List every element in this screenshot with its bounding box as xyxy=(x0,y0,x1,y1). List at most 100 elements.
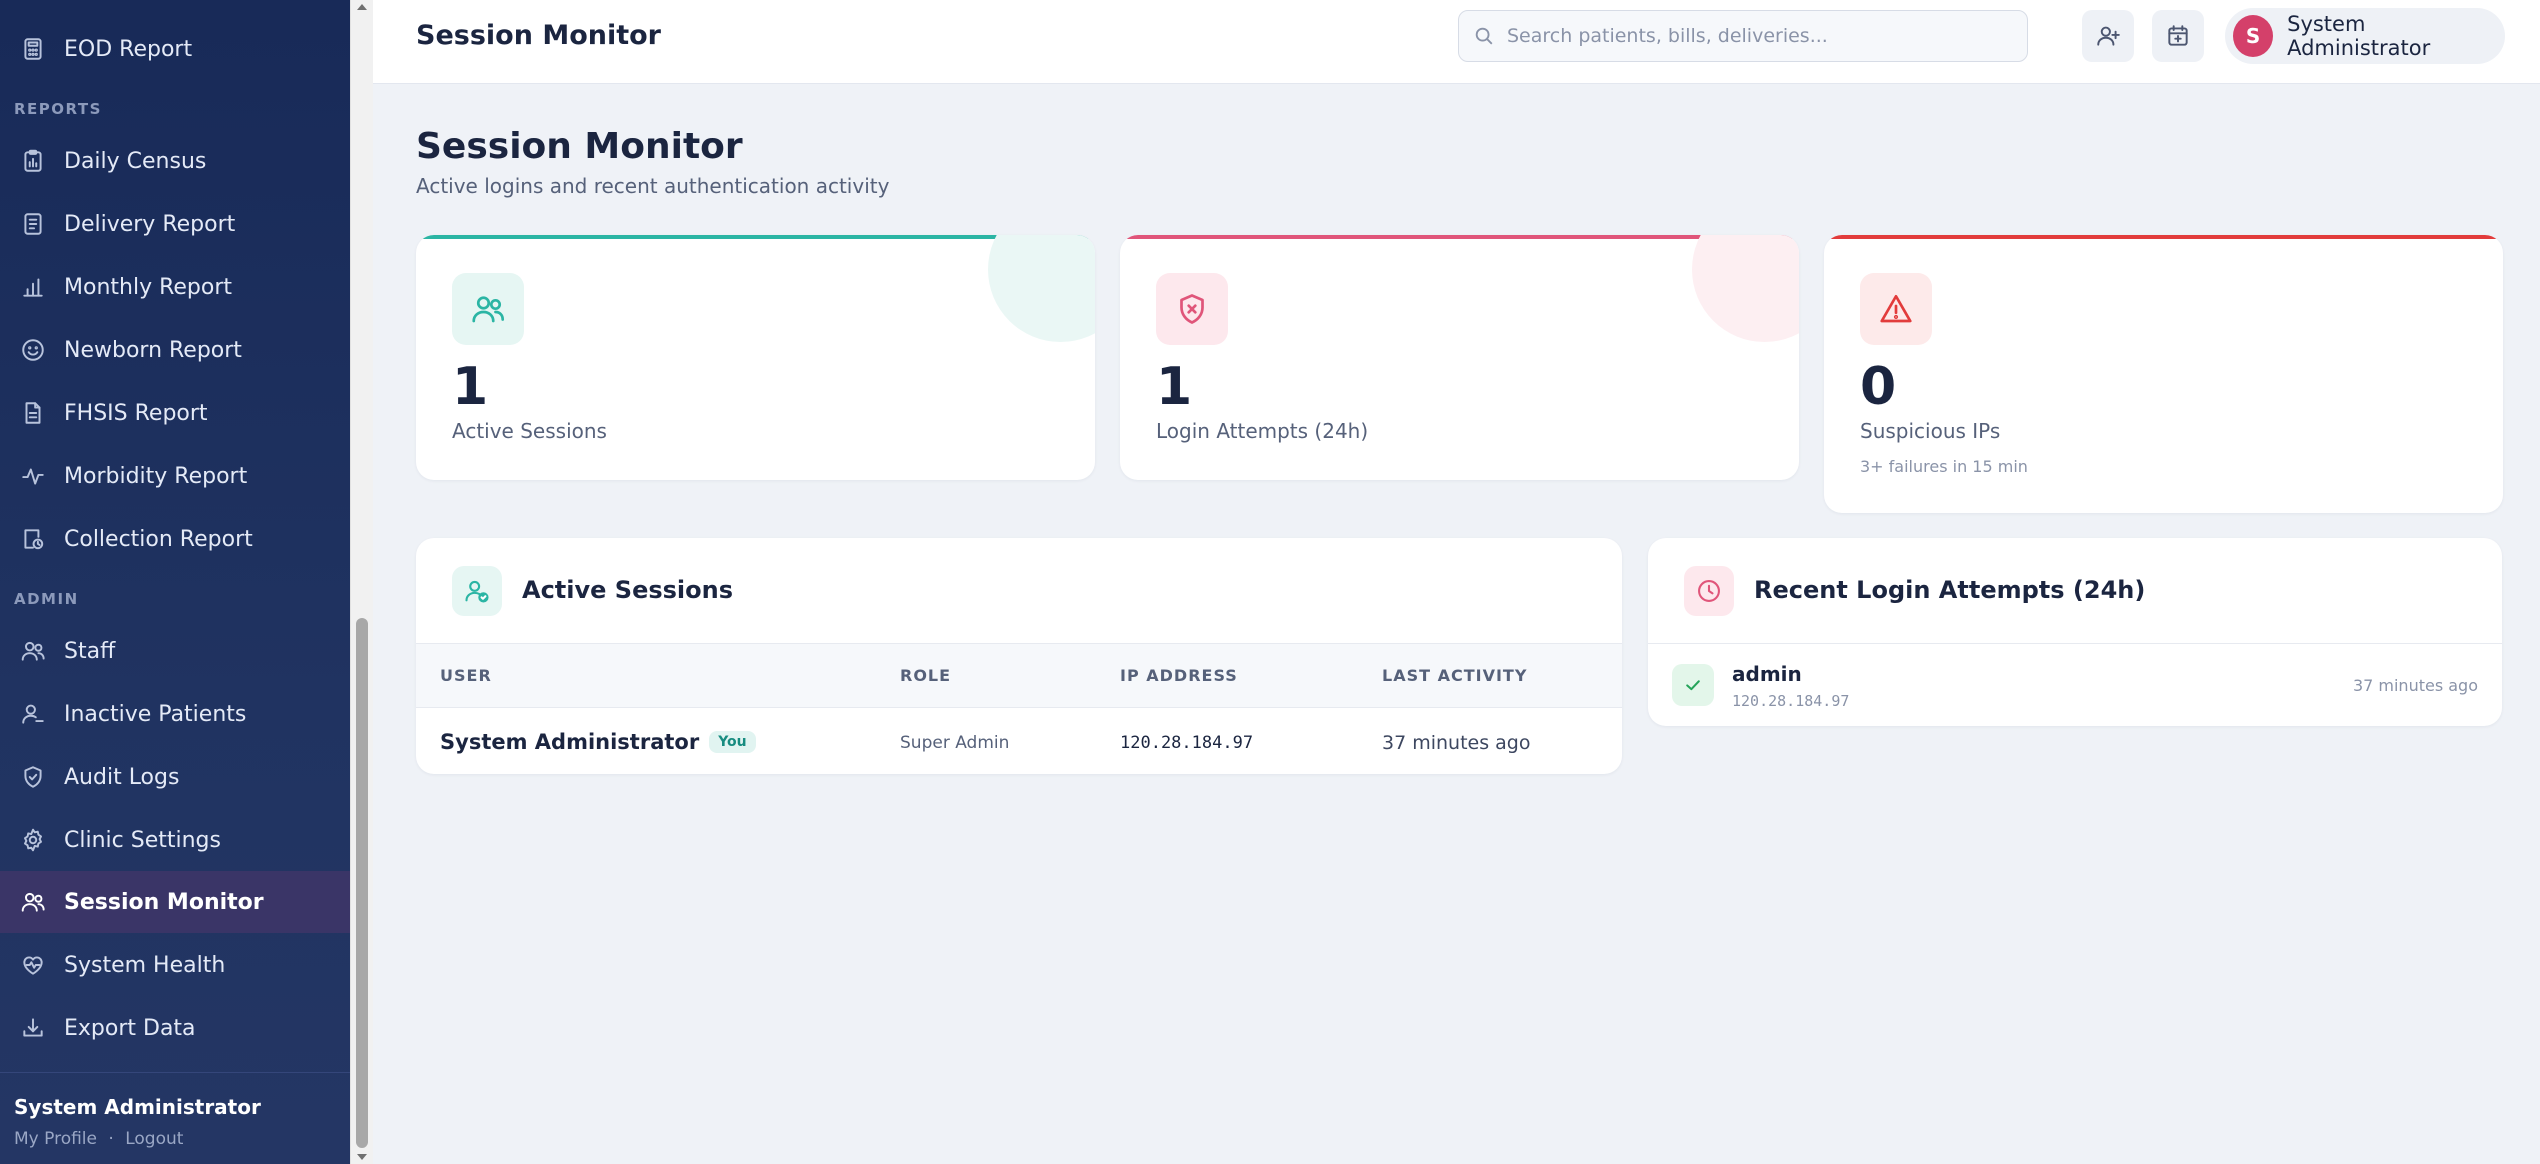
sidebar-item-label: Inactive Patients xyxy=(64,701,247,727)
sidebar-user-name: System Administrator xyxy=(14,1095,261,1119)
page-title: Session Monitor xyxy=(416,126,743,167)
header-title: Session Monitor xyxy=(416,20,661,51)
sidebar-item-label: Session Monitor xyxy=(64,889,264,915)
search-input[interactable] xyxy=(1507,25,2007,47)
sidebar-item-monthly-report[interactable]: Monthly Report xyxy=(0,256,350,318)
attempt-ip: 120.28.184.97 xyxy=(1732,692,1850,710)
session-ip: 120.28.184.97 xyxy=(1120,733,1254,753)
sidebar-item-daily-census[interactable]: Daily Census xyxy=(0,130,350,192)
stat-value: 0 xyxy=(1860,357,1897,417)
sidebar-item-morbidity-report[interactable]: Morbidity Report xyxy=(0,445,350,507)
stat-decoration xyxy=(988,235,1095,342)
stat-decoration xyxy=(1692,235,1799,342)
sidebar-item-label: System Health xyxy=(64,952,226,978)
sidebar-item-label: Clinic Settings xyxy=(64,827,221,853)
shield-x-icon xyxy=(1180,294,1204,324)
attempt-username: admin xyxy=(1732,662,1802,686)
column-header-ip: IP ADDRESS xyxy=(1120,666,1238,685)
file-text-icon xyxy=(18,398,48,428)
my-profile-link[interactable]: My Profile xyxy=(14,1129,97,1149)
sidebar-item-label: Newborn Report xyxy=(64,337,242,363)
stat-icon-box xyxy=(1860,273,1932,345)
sidebar-item-session-monitor[interactable]: Session Monitor xyxy=(0,871,350,933)
stat-accent-bar xyxy=(1824,235,2503,239)
active-sessions-panel: Active Sessions USER ROLE IP ADDRESS LAS… xyxy=(416,538,1622,774)
activity-icon xyxy=(18,461,48,491)
user-minus-icon xyxy=(18,699,48,729)
users-icon xyxy=(472,296,505,323)
page-subtitle: Active logins and recent authentication … xyxy=(416,174,890,198)
sidebar-item-label: Staff xyxy=(64,638,116,664)
recent-login-attempts-panel: Recent Login Attempts (24h) admin 120.28… xyxy=(1648,538,2502,726)
sidebar-item-export-data[interactable]: Export Data xyxy=(0,997,350,1059)
sidebar-item-clinic-settings[interactable]: Clinic Settings xyxy=(0,809,350,871)
panel-header: Recent Login Attempts (24h) xyxy=(1648,538,2502,643)
stat-value: 1 xyxy=(1156,357,1193,417)
sidebar-item-label: Export Data xyxy=(64,1015,196,1041)
column-header-user: USER xyxy=(440,666,492,685)
success-status-box xyxy=(1672,664,1714,706)
sidebar-item-collection-report[interactable]: Collection Report xyxy=(0,508,350,570)
panel-title: Recent Login Attempts (24h) xyxy=(1754,576,2146,604)
users-icon xyxy=(18,887,48,917)
user-menu[interactable]: S System Administrator xyxy=(2225,8,2505,64)
new-appointment-button[interactable] xyxy=(2152,10,2204,62)
sidebar-item-staff[interactable]: Staff xyxy=(0,620,350,682)
table-row: System Administrator You Super Admin 120… xyxy=(416,708,1622,774)
sidebar-item-audit-logs[interactable]: Audit Logs xyxy=(0,746,350,808)
table-header: USER ROLE IP ADDRESS LAST ACTIVITY xyxy=(416,643,1622,708)
alert-triangle-icon xyxy=(1880,294,1912,323)
users-icon xyxy=(18,636,48,666)
search-box[interactable] xyxy=(1458,10,2028,62)
sidebar-item-fhsis-report[interactable]: FHSIS Report xyxy=(0,382,350,444)
stat-card-active-sessions: 1 Active Sessions xyxy=(416,235,1095,480)
top-header: Session Monitor S System Administrator xyxy=(373,0,2540,84)
sidebar-scrollbar[interactable] xyxy=(350,0,373,1164)
stat-label: Login Attempts (24h) xyxy=(1156,419,1369,443)
stat-note: 3+ failures in 15 min xyxy=(1860,457,2028,476)
list-item: admin 120.28.184.97 37 minutes ago xyxy=(1648,643,2502,726)
column-header-last-activity: LAST ACTIVITY xyxy=(1382,666,1528,685)
calculator-icon xyxy=(18,34,48,64)
stat-accent-bar xyxy=(416,235,1095,239)
scroll-up-arrow[interactable] xyxy=(357,4,367,10)
attempt-time: 37 minutes ago xyxy=(2352,676,2478,695)
scroll-down-arrow[interactable] xyxy=(357,1154,367,1160)
panel-icon-box xyxy=(1684,566,1734,616)
session-role: Super Admin xyxy=(900,733,1010,753)
stat-card-suspicious-ips: 0 Suspicious IPs 3+ failures in 15 min xyxy=(1824,235,2503,513)
sidebar-user-footer: System Administrator My Profile · Logout xyxy=(0,1072,350,1164)
sidebar-item-label: Collection Report xyxy=(64,526,253,552)
heart-pulse-icon xyxy=(18,950,48,980)
header-user-name: System Administrator xyxy=(2287,12,2431,60)
stat-icon-box xyxy=(1156,273,1228,345)
sidebar-item-label: EOD Report xyxy=(64,36,193,62)
add-patient-button[interactable] xyxy=(2082,10,2134,62)
sidebar: EOD Report REPORTS Daily Census Delivery… xyxy=(0,0,350,1164)
download-icon xyxy=(18,1013,48,1043)
sidebar-item-system-health[interactable]: System Health xyxy=(0,934,350,996)
calendar-plus-icon xyxy=(2168,25,2188,46)
sidebar-item-eod-report[interactable]: EOD Report xyxy=(0,18,350,80)
clipboard-chart-icon xyxy=(18,146,48,176)
panel-title: Active Sessions xyxy=(522,576,733,604)
stat-card-login-attempts: 1 Login Attempts (24h) xyxy=(1120,235,1799,480)
stat-accent-bar xyxy=(1120,235,1799,239)
panel-icon-box xyxy=(452,566,502,616)
sidebar-item-label: Morbidity Report xyxy=(64,463,248,489)
stat-label: Active Sessions xyxy=(452,419,607,443)
sidebar-item-delivery-report[interactable]: Delivery Report xyxy=(0,193,350,255)
sidebar-item-label: Monthly Report xyxy=(64,274,233,300)
sidebar-item-inactive-patients[interactable]: Inactive Patients xyxy=(0,683,350,745)
check-icon xyxy=(1686,680,1700,691)
session-last-activity: 37 minutes ago xyxy=(1382,732,1531,754)
search-icon xyxy=(1475,27,1493,45)
sidebar-item-label: Daily Census xyxy=(64,148,207,174)
stat-label: Suspicious IPs xyxy=(1860,419,2001,443)
shield-check-icon xyxy=(18,762,48,792)
bar-chart-icon xyxy=(18,272,48,302)
logout-link[interactable]: Logout xyxy=(125,1129,183,1149)
sidebar-item-newborn-report[interactable]: Newborn Report xyxy=(0,319,350,381)
scrollbar-thumb[interactable] xyxy=(356,618,368,1148)
panel-header: Active Sessions xyxy=(416,538,1622,643)
